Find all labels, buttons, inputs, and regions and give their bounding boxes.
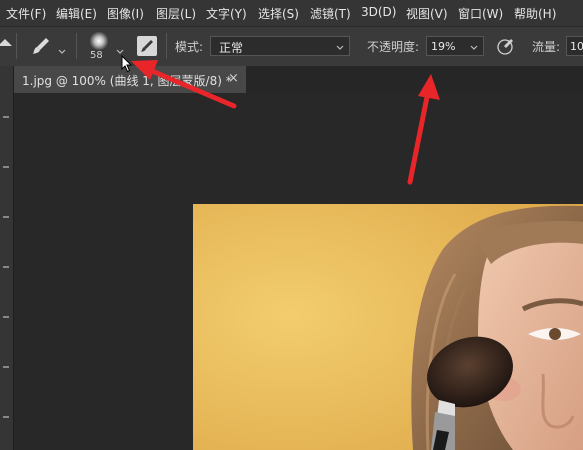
- chevron-down-icon: [470, 42, 478, 50]
- opacity-field[interactable]: 19%: [426, 36, 484, 56]
- blend-mode-select[interactable]: 正常: [210, 36, 350, 56]
- flow-label: 流量:: [532, 40, 561, 54]
- document-tab-title: 1.jpg @ 100% (曲线 1, 图层蒙版/8) *: [22, 74, 232, 88]
- blend-mode-value: 正常: [219, 41, 244, 55]
- options-divider: [16, 33, 17, 59]
- brush-preset-picker[interactable]: 58: [86, 30, 112, 64]
- menu-window[interactable]: 窗口(W): [458, 5, 503, 22]
- menu-3d[interactable]: 3D(D): [361, 5, 396, 19]
- document-tab-bar: 1.jpg @ 100% (曲线 1, 图层蒙版/8) * ×: [14, 66, 583, 93]
- opacity-value: 19%: [431, 40, 456, 53]
- tool-tick[interactable]: [3, 416, 9, 418]
- photo-image: [193, 204, 583, 450]
- opacity-label: 不透明度:: [367, 40, 420, 54]
- chevron-down-icon[interactable]: [116, 41, 124, 54]
- menu-view[interactable]: 视图(V): [406, 5, 448, 22]
- menu-filter[interactable]: 滤镜(T): [310, 5, 351, 22]
- tool-tick[interactable]: [3, 116, 9, 118]
- brush-tool-icon[interactable]: [30, 35, 52, 57]
- close-icon[interactable]: ×: [228, 71, 239, 86]
- tool-tick[interactable]: [3, 266, 9, 268]
- menu-image[interactable]: 图像(I): [107, 5, 144, 22]
- brush-size-value: 58: [90, 50, 103, 61]
- mode-label: 模式:: [175, 40, 204, 54]
- options-divider: [76, 33, 77, 59]
- cursor-icon: [121, 55, 133, 73]
- home-icon[interactable]: [0, 39, 12, 46]
- tools-panel: [0, 66, 14, 450]
- brush-settings-icon[interactable]: [137, 36, 157, 56]
- tool-tick[interactable]: [3, 366, 9, 368]
- annotation-arrow-2: [407, 89, 431, 185]
- document-canvas[interactable]: [193, 204, 583, 450]
- menu-select[interactable]: 选择(S): [258, 5, 299, 22]
- flow-value: 10: [570, 40, 583, 53]
- options-bar: 58 模式: 正常 不透明度: 19% 流量: 10: [0, 26, 583, 67]
- menu-bar: 文件(F) 编辑(E) 图像(I) 图层(L) 文字(Y) 选择(S) 滤镜(T…: [0, 0, 583, 26]
- soft-brush-tip-icon: [90, 32, 108, 50]
- menu-edit[interactable]: 编辑(E): [56, 5, 97, 22]
- menu-layer[interactable]: 图层(L): [156, 5, 196, 22]
- tool-tick[interactable]: [3, 166, 9, 168]
- pressure-opacity-icon[interactable]: [495, 35, 517, 57]
- chevron-down-icon: [336, 42, 344, 50]
- menu-type[interactable]: 文字(Y): [206, 5, 247, 22]
- tool-tick[interactable]: [3, 216, 9, 218]
- options-divider: [166, 33, 167, 59]
- tool-tick[interactable]: [3, 316, 9, 318]
- chevron-down-icon[interactable]: [58, 41, 66, 54]
- flow-field[interactable]: 10: [566, 36, 583, 56]
- menu-help[interactable]: 帮助(H): [514, 5, 556, 22]
- menu-file[interactable]: 文件(F): [6, 5, 46, 22]
